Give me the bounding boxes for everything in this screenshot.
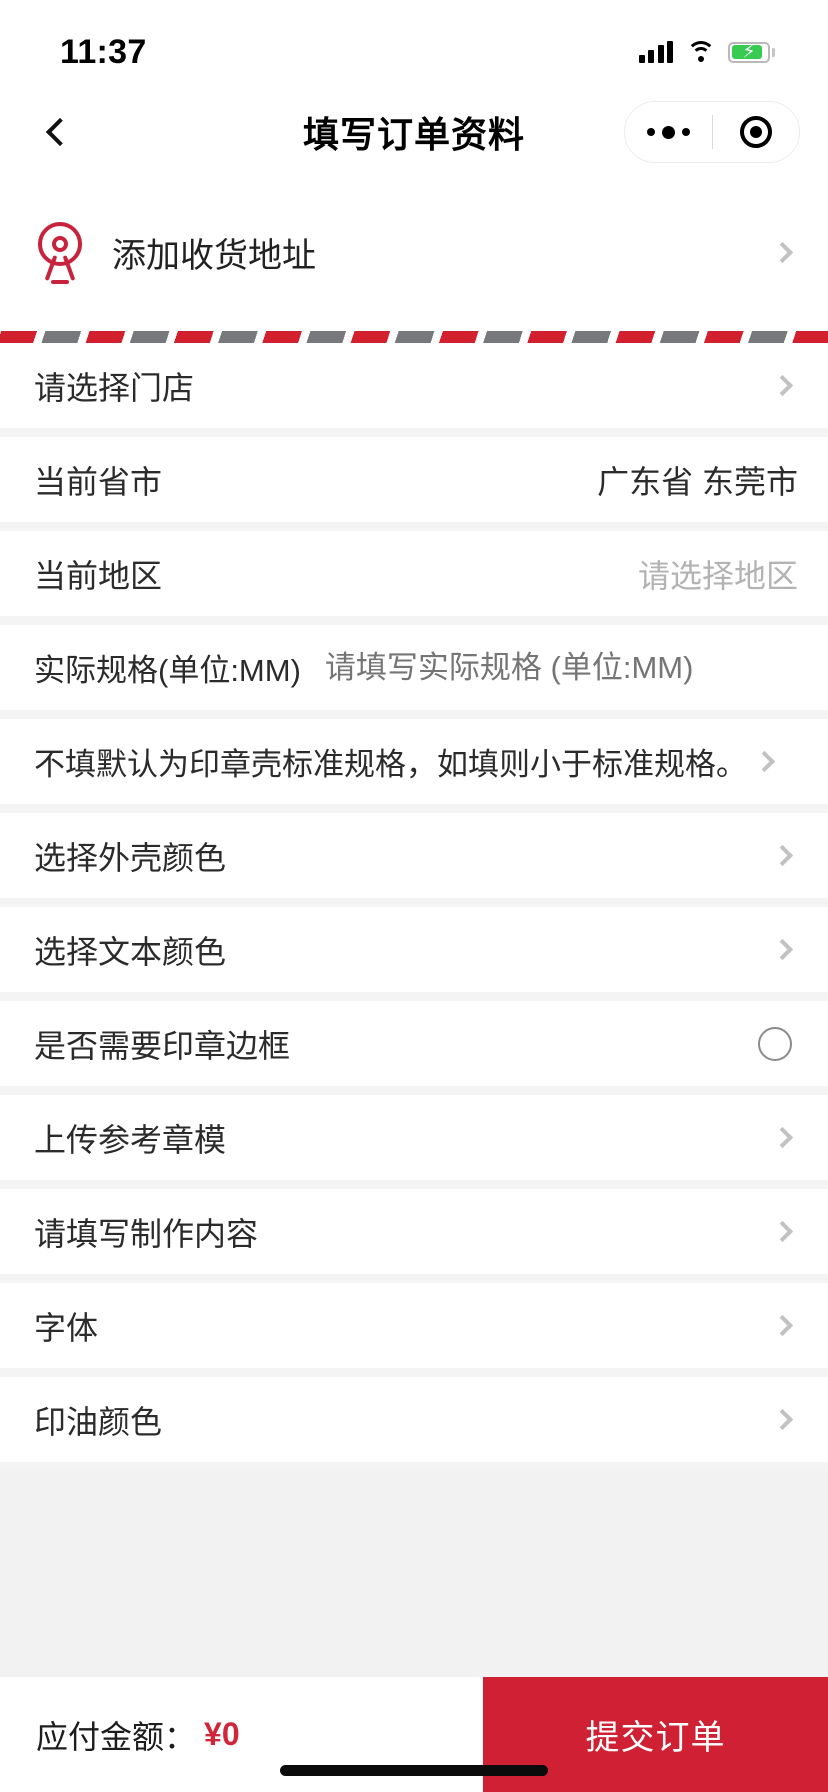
row-size-hint[interactable]: 不填默认为印章壳标准规格，如填则小于标准规格。 (0, 719, 828, 813)
order-form-list: 请选择门店 当前省市 广东省 东莞市 当前地区 请选择地区 实际规格(单位:MM… (0, 343, 828, 1471)
chevron-right-icon (771, 1220, 794, 1243)
wifi-icon (686, 41, 715, 63)
row-label: 当前省市 (34, 463, 163, 500)
chevron-right-icon (771, 241, 794, 264)
row-current-district[interactable]: 当前地区 请选择地区 (0, 531, 828, 625)
row-label: 印油颜色 (34, 1403, 163, 1440)
row-label: 上传参考章模 (34, 1121, 227, 1158)
row-value: 广东省 东莞市 (597, 463, 798, 500)
home-indicator (280, 1765, 548, 1776)
wechat-capsule-bar (624, 101, 800, 163)
striped-divider (0, 331, 828, 343)
row-label: 是否需要印章边框 (34, 1027, 291, 1064)
battery-charging-icon: ⚡ (728, 41, 775, 63)
close-miniprogram-button[interactable] (713, 102, 800, 162)
row-label: 不填默认为印章壳标准规格，如填则小于标准规格。 (34, 747, 747, 782)
target-circle-icon (739, 116, 772, 148)
row-upload-reference[interactable]: 上传参考章模 (0, 1095, 828, 1189)
row-label: 选择文本颜色 (34, 933, 227, 970)
row-need-seal-border[interactable]: 是否需要印章边框 (0, 1001, 828, 1095)
navigation-bar: 填写订单资料 (0, 90, 828, 174)
charging-bolt-icon: ⚡ (742, 41, 756, 63)
chevron-right-icon (771, 938, 794, 961)
row-label: 字体 (34, 1309, 99, 1346)
location-pin-icon (34, 221, 86, 284)
add-address-label: 添加收货地址 (112, 237, 316, 275)
status-bar: 11:37 ⚡ (0, 0, 828, 90)
row-select-store[interactable]: 请选择门店 (0, 343, 828, 437)
payable-amount-label: 应付金额： (36, 1718, 197, 1755)
row-actual-size[interactable]: 实际规格(单位:MM) (0, 625, 828, 719)
status-bar-indicators: ⚡ (638, 41, 775, 63)
row-label: 当前地区 (34, 557, 163, 594)
more-dots-icon (646, 125, 690, 139)
row-production-content[interactable]: 请填写制作内容 (0, 1189, 828, 1283)
chevron-right-icon (753, 750, 776, 773)
row-label: 请选择门店 (34, 369, 195, 406)
chevron-right-icon (771, 374, 794, 397)
row-current-province-city[interactable]: 当前省市 广东省 东莞市 (0, 437, 828, 531)
chevron-right-icon (771, 1126, 794, 1149)
row-value: 请选择地区 (637, 557, 798, 594)
chevron-right-icon (771, 844, 794, 867)
row-label: 实际规格(单位:MM) (34, 653, 301, 688)
chevron-right-icon (771, 1408, 794, 1431)
row-label: 选择外壳颜色 (34, 839, 227, 876)
row-select-shell-color[interactable]: 选择外壳颜色 (0, 813, 828, 907)
status-bar-clock: 11:37 (60, 32, 147, 71)
chevron-right-icon (771, 1314, 794, 1337)
add-address-row[interactable]: 添加收货地址 (0, 174, 828, 331)
actual-size-input[interactable] (324, 649, 798, 686)
row-font[interactable]: 字体 (0, 1283, 828, 1377)
cellular-signal-icon (638, 41, 673, 63)
row-ink-color[interactable]: 印油颜色 (0, 1377, 828, 1471)
row-label: 请填写制作内容 (34, 1215, 259, 1252)
row-select-text-color[interactable]: 选择文本颜色 (0, 907, 828, 1001)
more-menu-button[interactable] (625, 102, 712, 162)
seal-border-radio[interactable] (758, 1026, 792, 1061)
app-screen: 11:37 ⚡ 填写订单资料 添加收货地址 请选择门店 当前省市 广东省 东莞市… (0, 0, 828, 1792)
payable-amount-value: ¥0 (204, 1716, 240, 1752)
